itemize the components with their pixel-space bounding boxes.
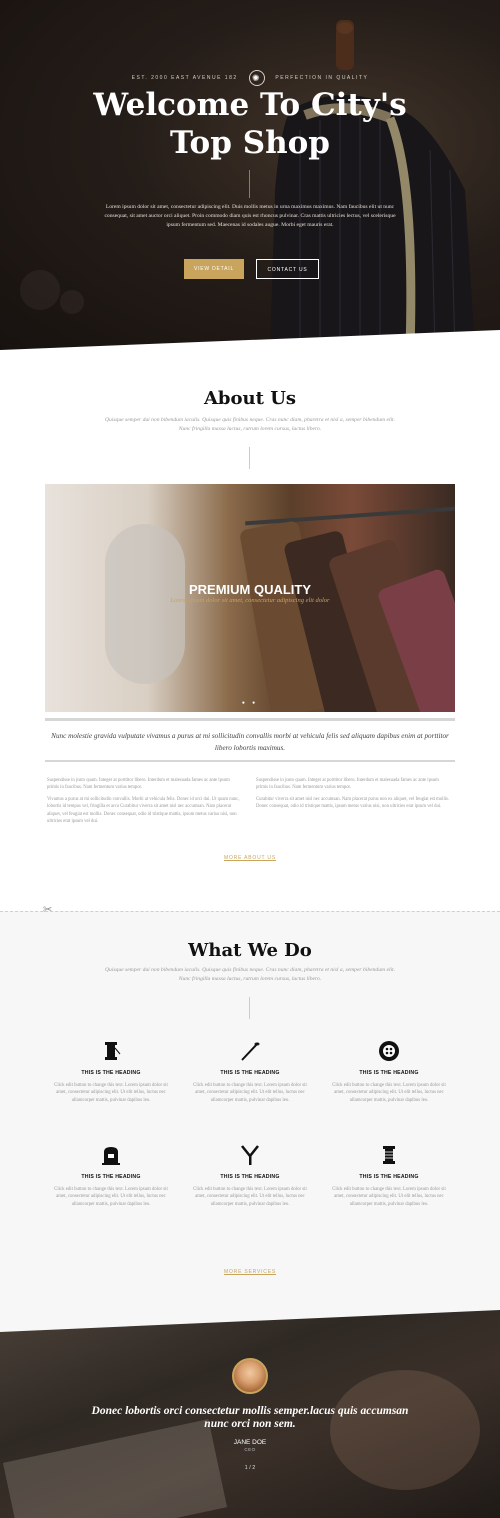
more-about-us-link[interactable]: MORE ABOUT US: [0, 855, 500, 861]
service-heading: THIS IS THE HEADING: [220, 1070, 280, 1076]
service-text: Click edit button to change this text. L…: [193, 1083, 307, 1103]
needle-icon: [241, 1042, 260, 1061]
service-item: THIS IS THE HEADING Click edit button to…: [190, 1144, 310, 1208]
service-heading: THIS IS THE HEADING: [359, 1174, 419, 1180]
about-col1-paragraph: Suspendisse in justo quam. Integer at po…: [47, 778, 230, 791]
service-item: THIS IS THE HEADING Click edit button to…: [51, 1040, 171, 1104]
slide-title: PREMIUM QUALITY: [188, 582, 312, 597]
dashed-cut-line: [0, 911, 500, 912]
service-heading: THIS IS THE HEADING: [220, 1174, 280, 1180]
about-col2-paragraph: Curabitur viverra sit amet nisl nec accu…: [256, 796, 450, 810]
quote-rule-bottom: [45, 760, 455, 762]
hero-title-line2: Top Shop: [170, 125, 330, 161]
about-divider: [249, 447, 250, 469]
about-quote: Nunc molestie gravida vulputate vivamus …: [51, 732, 449, 752]
testimonial-name: JANE DOE: [233, 1439, 267, 1446]
service-text: Click edit button to change this text. L…: [54, 1187, 168, 1207]
bobbin-icon: [383, 1146, 395, 1164]
slider-dots[interactable]: ● ●: [45, 701, 455, 706]
about-subtitle: Quisque semper dui non bibendum iaculis.…: [104, 417, 396, 432]
service-item: THIS IS THE HEADING Click edit button to…: [51, 1144, 171, 1208]
hero-topline-left: EST. 2000 EAST AVENUE 182: [131, 75, 238, 81]
premium-quality-slider[interactable]: PREMIUM QUALITY Lorem ipsum dolor sit am…: [45, 484, 455, 712]
service-item: THIS IS THE HEADING Click edit button to…: [190, 1040, 310, 1104]
testimonial-quote: Donec lobortis orci consectetur mollis s…: [91, 1405, 409, 1430]
testimonial-slant-divider: [0, 1310, 500, 1332]
slide-caption: Lorem ipsum dolor sit amet, consectetur …: [170, 597, 330, 604]
about-col1-paragraph: Vivamus a purus at mi sollicitudin conva…: [47, 796, 240, 825]
about-col2-paragraph: Suspendisse in justo quam. Integer at po…: [256, 778, 439, 791]
avatar: [232, 1358, 268, 1394]
testimonial-pager[interactable]: 1 / 2: [0, 1465, 500, 1471]
service-text: Click edit button to change this text. L…: [332, 1083, 446, 1103]
clothes-rail: [245, 506, 455, 526]
hero-topline-right: PERFECTION IN QUALITY: [275, 75, 369, 81]
seam-ripper-icon: [241, 1145, 259, 1165]
hero-divider: [249, 170, 250, 198]
services-divider: [249, 997, 250, 1019]
services-subtitle: Quisque semper dui non bibendum iaculis.…: [104, 967, 396, 982]
service-heading: THIS IS THE HEADING: [359, 1070, 419, 1076]
star-emblem-icon: ✺: [248, 70, 265, 86]
service-text: Click edit button to change this text. L…: [332, 1187, 446, 1207]
quote-rule-top: [45, 718, 455, 721]
testimonial-role: CEO: [244, 1447, 256, 1452]
hero-overlay: [0, 0, 500, 350]
service-heading: THIS IS THE HEADING: [81, 1070, 141, 1076]
about-column-right: Suspendisse in justo quam. Integer at po…: [256, 777, 451, 815]
about-title: About Us: [203, 388, 297, 409]
services-title: What We Do: [188, 940, 312, 961]
scissors-icon: ✂: [43, 904, 53, 916]
service-text: Click edit button to change this text. L…: [193, 1187, 307, 1207]
about-column-left: Suspendisse in justo quam. Integer at po…: [47, 777, 242, 829]
thread-spool-icon: [105, 1042, 121, 1060]
service-item: THIS IS THE HEADING Click edit button to…: [329, 1040, 449, 1104]
view-detail-button[interactable]: VIEW DETAIL: [184, 259, 244, 279]
more-services-link[interactable]: MORE SERVICES: [0, 1269, 500, 1275]
sewing-machine-icon: [102, 1147, 120, 1165]
hero-topline: EST. 2000 EAST AVENUE 182 ✺ PERFECTION I…: [0, 70, 500, 86]
hero-section: EST. 2000 EAST AVENUE 182 ✺ PERFECTION I…: [0, 0, 500, 350]
service-heading: THIS IS THE HEADING: [81, 1174, 141, 1180]
hero-title-line1: Welcome To City's: [93, 87, 407, 123]
contact-us-button[interactable]: CONTACT US: [256, 259, 319, 279]
hero-slant-divider: [0, 330, 500, 350]
service-text: Click edit button to change this text. L…: [54, 1083, 168, 1103]
service-item: THIS IS THE HEADING Click edit button to…: [329, 1144, 449, 1208]
hero-title: Welcome To City's Top Shop: [0, 86, 500, 162]
hero-lead-text: Lorem ipsum dolor sit amet, consectetur …: [104, 204, 396, 228]
button-icon: [379, 1041, 399, 1061]
